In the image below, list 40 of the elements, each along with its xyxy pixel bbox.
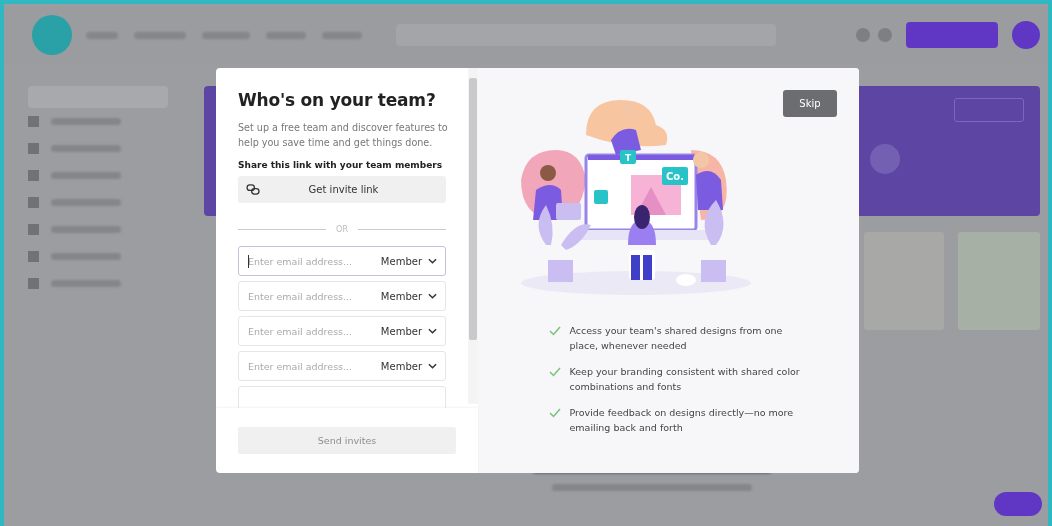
chevron-down-icon [428, 258, 437, 264]
role-dropdown[interactable]: Member [380, 290, 437, 302]
logo-icon[interactable] [32, 15, 72, 55]
sidebar-icon [28, 116, 39, 127]
check-icon [548, 326, 561, 336]
sidebar-icon [28, 197, 39, 208]
scrollbar[interactable] [468, 68, 478, 404]
sidebar-icon [28, 143, 39, 154]
chevron-down-icon [428, 363, 437, 369]
benefit-text: Keep your branding consistent with shared color combinations and fonts [569, 365, 801, 394]
share-label: Share this link with your team members [238, 160, 444, 170]
create-button[interactable] [906, 22, 998, 48]
dialog-description: Set up a free team and discover features to help you save time and get things done. [238, 121, 448, 150]
chevron-down-icon [428, 293, 437, 299]
role-dropdown[interactable]: Member [380, 360, 437, 372]
email-field[interactable]: Enter email address... Member [238, 316, 446, 346]
dialog-title: Who's on your team? [238, 90, 437, 110]
chevron-down-icon [428, 328, 437, 334]
sidebar-icon [28, 170, 39, 181]
email-field[interactable]: Enter email address... Member [238, 351, 446, 381]
sidebar-icon [28, 251, 39, 262]
email-field[interactable] [238, 386, 446, 408]
role-dropdown[interactable]: Member [380, 325, 437, 337]
check-icon [548, 367, 561, 377]
divider-text: OR [336, 225, 348, 234]
help-button[interactable] [994, 492, 1042, 516]
team-illustration-drawing: T Co. [516, 95, 761, 295]
avatar-icon[interactable] [1012, 21, 1040, 49]
check-icon [548, 408, 561, 418]
email-field[interactable]: Enter email address... Member [238, 281, 446, 311]
sidebar-icon [28, 278, 39, 289]
skip-button[interactable]: Skip [783, 90, 837, 117]
benefit-text: Access your team's shared designs from one place, whenever needed [569, 324, 784, 353]
invite-link-button[interactable]: Get invite link [238, 176, 446, 203]
sidebar-icon [28, 224, 39, 235]
link-icon [246, 184, 261, 195]
role-dropdown[interactable]: Member [380, 255, 437, 267]
email-field[interactable]: Enter email address... Member [238, 246, 446, 276]
custom-size-button[interactable] [954, 98, 1024, 122]
benefit-text: Provide feedback on designs directly—no more emailing back and forth [569, 406, 795, 435]
